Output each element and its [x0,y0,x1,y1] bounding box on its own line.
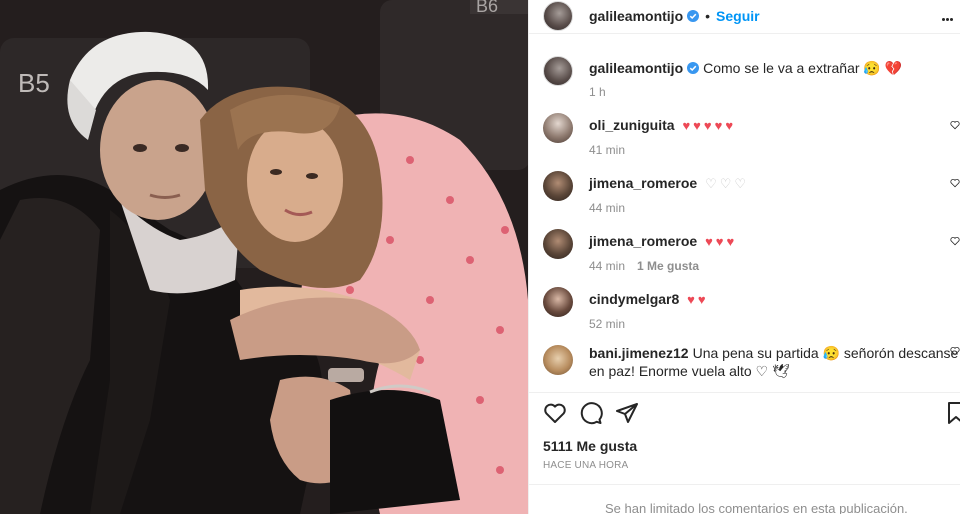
caption-username[interactable]: galileamontijo [589,60,683,76]
red-heart-emoji: ♥ [693,117,701,133]
heart-outline-icon[interactable] [543,401,567,425]
post-photo[interactable]: B5 B6 [0,0,528,514]
comment-like-heart-icon[interactable] [950,345,960,357]
comment-username[interactable]: cindymelgar8 [589,291,679,307]
caption-time[interactable]: 1 h [589,85,960,99]
commenter-avatar[interactable] [543,344,573,375]
comment-username[interactable]: jimena_romeroe [589,233,697,249]
comment-item: jimena_romeroe ♥ ♥ ♥ 44 min 1 Me gusta [543,228,960,273]
comment-like-count[interactable]: 1 Me gusta [637,259,699,273]
verified-badge-icon [687,61,700,74]
commenter-avatar[interactable] [543,112,573,143]
comment-item: oli_zuniguita ♥ ♥ ♥ ♥ ♥ 41 min [543,112,960,157]
post-action-bar [529,392,960,432]
commenter-avatar[interactable] [543,228,573,259]
comment-username[interactable]: oli_zuniguita [589,117,675,133]
red-heart-emoji: ♥ [725,117,734,133]
caption: galileamontijo Como se le va a extrañar 😥… [543,55,960,99]
header-separator: • [705,8,711,25]
post-header: galileamontijo • Seguir [529,0,960,34]
white-heart-emoji: ♡ [719,175,732,191]
post-timestamp[interactable]: HACE UNA HORA [529,454,960,484]
post-side-panel: galileamontijo • Seguir galileamontijo Co… [528,0,960,514]
red-heart-emoji: ♥ [715,233,724,249]
red-heart-emoji: ♥ [703,117,712,133]
comments-limited-notice: Se han limitado los comentarios en esta … [529,483,960,514]
comment-username[interactable]: jimena_romeroe [589,175,697,191]
comment-item: jimena_romeroe ♡ ♡ ♡ 44 min [543,170,960,215]
comment-like-heart-icon[interactable] [950,119,960,131]
comment-item: cindymelgar8 ♥ ♥ 52 min [543,286,960,331]
verified-badge-icon [687,10,700,23]
white-heart-emoji: ♡ [734,175,747,191]
seat-label-b6: B6 [476,0,498,16]
comment-like-heart-icon[interactable] [950,177,960,189]
photo-illustration: B5 B6 [0,0,528,514]
commenter-avatar[interactable] [543,170,573,201]
comment-username[interactable]: bani.jimenez12 [589,345,689,361]
red-heart-emoji: ♥ [682,117,691,133]
author-avatar[interactable] [543,1,573,32]
paper-plane-icon[interactable] [615,401,639,425]
caption-avatar[interactable] [543,55,573,86]
comment-time[interactable]: 44 min [589,201,625,215]
red-heart-emoji: ♥ [687,291,695,307]
red-heart-emoji: ♥ [697,291,706,307]
red-heart-emoji: ♥ [705,233,713,249]
caption-text: Como se le va a extrañar 😥 💔 [703,59,903,76]
comment-time[interactable]: 41 min [589,143,625,157]
red-heart-emoji: ♥ [714,117,723,133]
instagram-post: B5 B6 galileamontijo • Seguir galileamon… [0,0,960,514]
white-heart-emoji: ♡ [705,175,717,191]
likes-count[interactable]: 5111 Me gusta [529,432,960,454]
comment-time[interactable]: 44 min [589,259,625,273]
author-username[interactable]: galileamontijo [589,8,683,24]
follow-button[interactable]: Seguir [716,8,760,24]
red-heart-emoji: ♥ [726,233,735,249]
comment-time[interactable]: 52 min [589,317,625,331]
bookmark-icon[interactable] [946,401,960,425]
commenter-avatar[interactable] [543,286,573,317]
comment-bubble-icon[interactable] [579,401,603,425]
comments-list: galileamontijo Como se le va a extrañar 😥… [529,34,960,392]
comment-like-heart-icon[interactable] [950,235,960,247]
seat-label-b5: B5 [18,68,50,98]
more-options-icon[interactable] [942,8,956,26]
comment-item: bani.jimenez12 Una pena su partida 😥 seño… [543,344,960,380]
